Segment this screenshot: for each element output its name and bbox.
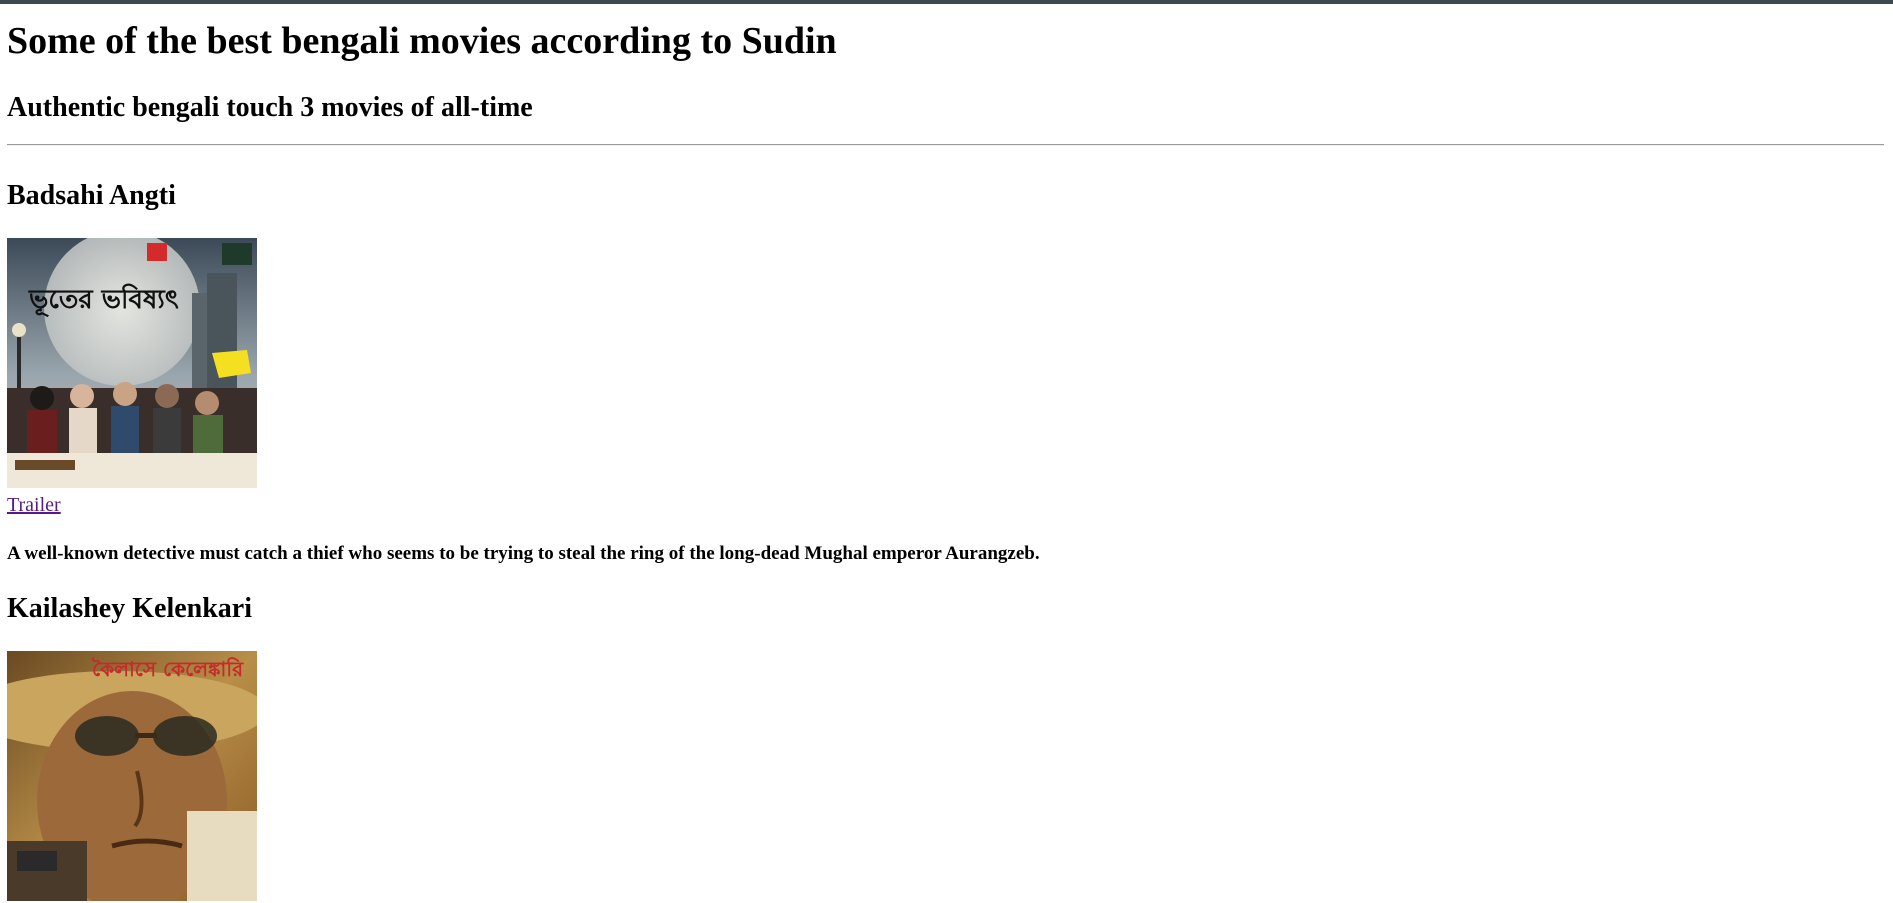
top-border (0, 0, 1893, 4)
movie-poster: ভূতের ভবিষ্যৎ (7, 238, 257, 488)
poster-title-text: কৈলাসে কেলেঙ্কারি (91, 657, 244, 681)
poster-title-text: ভূতের ভবিষ্যৎ (28, 283, 179, 317)
horizontal-divider (7, 144, 1884, 146)
movie-title: Badsahi Angti (7, 180, 176, 211)
movie-poster: কৈলাসে কেলেঙ্কারি (7, 651, 257, 901)
movie-title: Kailashey Kelenkari (7, 593, 252, 624)
page-subtitle: Authentic bengali touch 3 movies of all-… (7, 92, 533, 123)
page-title: Some of the best bengali movies accordin… (7, 20, 837, 62)
movie-description: A well-known detective must catch a thie… (7, 543, 1040, 564)
trailer-link[interactable]: Trailer (7, 493, 61, 517)
